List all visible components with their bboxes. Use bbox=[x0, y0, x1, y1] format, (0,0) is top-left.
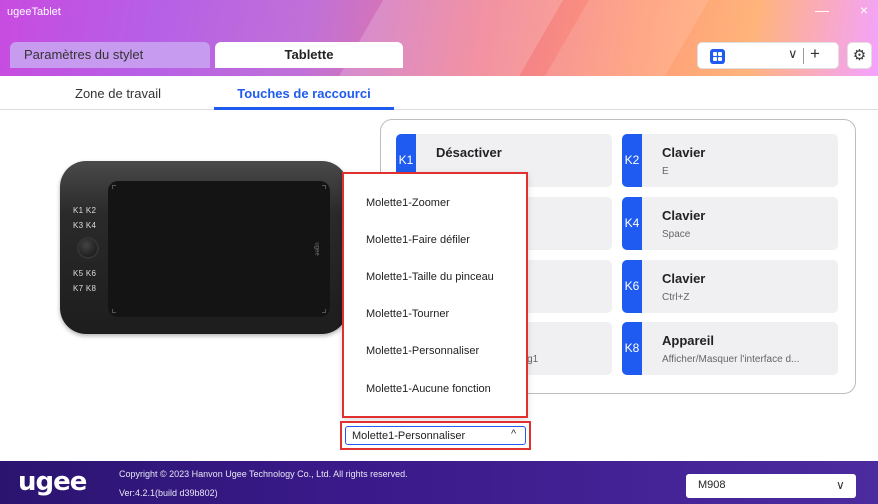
key-card-k8[interactable]: K8 Appareil Afficher/Masquer l'interface… bbox=[622, 322, 838, 375]
device-name: M908 bbox=[698, 479, 726, 491]
dial-function-select-box[interactable]: Molette1-Personnaliser ^ bbox=[345, 426, 526, 445]
key-detail: Afficher/Masquer l'interface d... bbox=[662, 354, 800, 365]
menu-option-scroll[interactable]: Molette1-Faire défiler bbox=[366, 234, 470, 246]
chevron-down-icon[interactable]: ∨ bbox=[788, 46, 798, 62]
key-badge: K2 bbox=[622, 134, 642, 187]
key-label: K7 K8 bbox=[73, 284, 97, 293]
chevron-up-icon[interactable]: ^ bbox=[511, 428, 516, 440]
minimize-button[interactable]: — bbox=[810, 2, 834, 18]
gear-icon[interactable]: ⚙ bbox=[847, 42, 872, 69]
add-app-icon[interactable]: + bbox=[810, 44, 820, 64]
key-card-k6[interactable]: K6 Clavier Ctrl+Z bbox=[622, 260, 838, 313]
key-function: Clavier bbox=[662, 271, 706, 286]
key-function: Appareil bbox=[662, 333, 715, 348]
key-detail: Space bbox=[662, 229, 691, 240]
key-function: Désactiver bbox=[436, 145, 502, 160]
ugee-logo: ugee bbox=[18, 467, 87, 497]
key-detail: Ctrl+Z bbox=[662, 292, 690, 303]
tablet-work-area bbox=[108, 181, 330, 317]
chevron-down-icon[interactable]: ∨ bbox=[836, 478, 845, 492]
selected-value: Molette1-Personnaliser bbox=[352, 430, 466, 442]
dial-icon bbox=[77, 237, 99, 259]
tab-shortcut-keys[interactable]: Touches de raccourci bbox=[214, 86, 394, 101]
key-badge: K6 bbox=[622, 260, 642, 313]
app-window: ugeeTablet — × Paramètres du stylet Tabl… bbox=[0, 0, 878, 504]
all-apps-icon bbox=[710, 49, 725, 64]
dial-function-select[interactable]: Molette1-Personnaliser ^ bbox=[340, 421, 531, 450]
tablet-image: K1 K2 K3 K4 K5 K6 K7 K8 ugee bbox=[60, 161, 348, 334]
copyright-text: Copyright © 2023 Hanvon Ugee Technology … bbox=[119, 469, 408, 479]
key-function: Clavier bbox=[662, 145, 706, 160]
tablet-brand: ugee bbox=[313, 242, 320, 256]
menu-option-none[interactable]: Molette1-Aucune fonction bbox=[366, 383, 491, 395]
subtabs: Zone de travail Touches de raccourci bbox=[0, 76, 878, 110]
device-select[interactable]: M908 ∨ bbox=[686, 474, 856, 498]
tab-stylus-settings[interactable]: Paramètres du stylet bbox=[10, 42, 210, 68]
tab-tablet[interactable]: Tablette bbox=[215, 42, 403, 68]
footer: ugee Copyright © 2023 Hanvon Ugee Techno… bbox=[0, 461, 878, 504]
key-label: K1 K2 bbox=[73, 206, 97, 215]
version-text: Ver:4.2.1(build d39b802) bbox=[119, 488, 218, 498]
key-badge: K4 bbox=[622, 197, 642, 250]
dial-function-menu: Molette1-Zoomer Molette1-Faire défiler M… bbox=[342, 172, 528, 418]
window-title: ugeeTablet bbox=[7, 6, 61, 18]
close-button[interactable]: × bbox=[852, 2, 876, 18]
menu-option-rotate[interactable]: Molette1-Tourner bbox=[366, 308, 449, 320]
divider bbox=[803, 48, 804, 64]
key-function: Clavier bbox=[662, 208, 706, 223]
key-label: K5 K6 bbox=[73, 269, 97, 278]
key-detail: E bbox=[662, 166, 669, 177]
menu-option-zoom[interactable]: Molette1-Zoomer bbox=[366, 197, 450, 209]
menu-option-customize[interactable]: Molette1-Personnaliser bbox=[366, 345, 479, 357]
key-label: K3 K4 bbox=[73, 221, 97, 230]
key-card-k4[interactable]: K4 Clavier Space bbox=[622, 197, 838, 250]
key-card-k2[interactable]: K2 Clavier E bbox=[622, 134, 838, 187]
key-badge: K8 bbox=[622, 322, 642, 375]
app-selector[interactable]: ∨ + bbox=[697, 42, 839, 69]
header: ugeeTablet — × Paramètres du stylet Tabl… bbox=[0, 0, 878, 76]
tab-work-area[interactable]: Zone de travail bbox=[28, 86, 208, 101]
active-tab-indicator bbox=[214, 107, 394, 110]
menu-option-brush-size[interactable]: Molette1-Taille du pinceau bbox=[366, 271, 494, 283]
